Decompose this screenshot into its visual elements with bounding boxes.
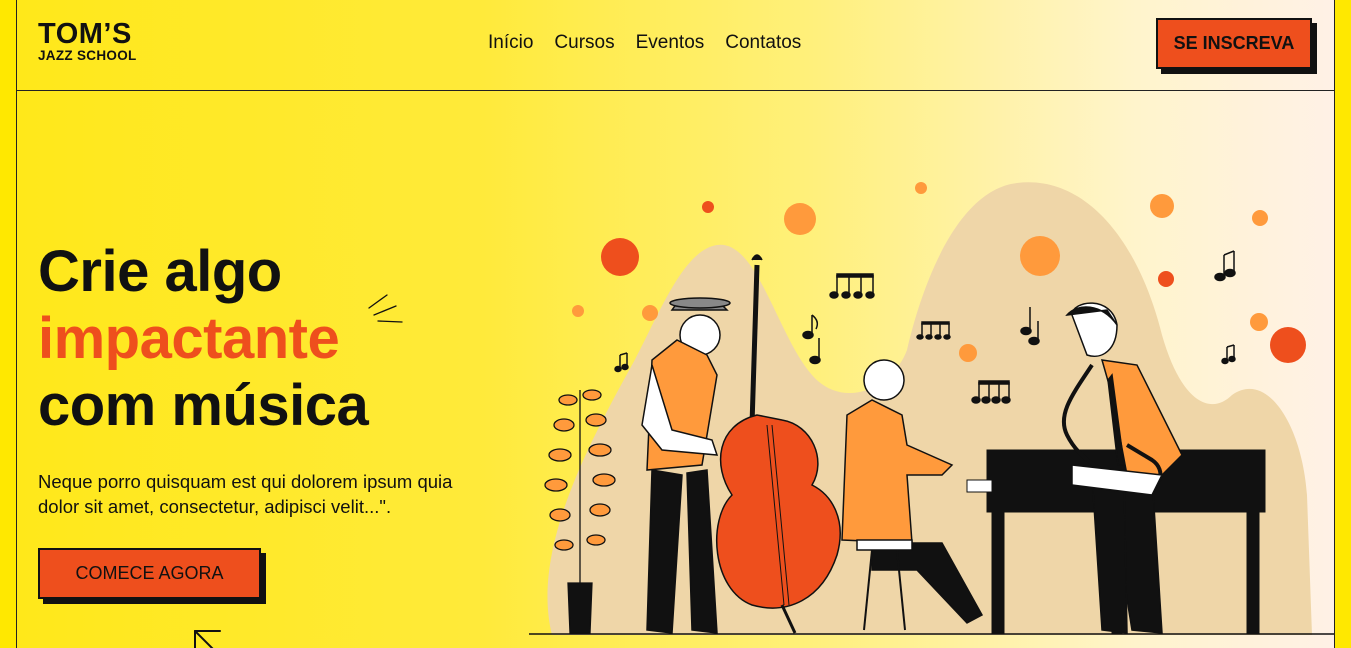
hero-title-accent: impactante — [38, 306, 340, 371]
nav-item-eventos[interactable]: Eventos — [636, 32, 705, 54]
brand-logo[interactable]: TOM’S JAZZ SCHOOL — [38, 20, 137, 64]
hero-description: Neque porro quisquam est qui dolorem ips… — [38, 471, 453, 517]
sparkle-lines-icon — [368, 294, 403, 323]
get-started-button[interactable]: COMECE AGORA — [38, 548, 261, 599]
nav-item-inicio[interactable]: Início — [488, 32, 533, 54]
hero-title: Crie algo impactante com música — [38, 238, 369, 439]
signup-button[interactable]: SE INSCREVA — [1156, 18, 1312, 69]
arrow-cursor-icon — [194, 630, 221, 648]
top-navbar: TOM’S JAZZ SCHOOL Início Cursos Eventos … — [17, 0, 1334, 91]
page-frame: TOM’S JAZZ SCHOOL Início Cursos Eventos … — [16, 0, 1335, 648]
brand-name: TOM’S — [38, 18, 132, 50]
jazz-band-illustration — [529, 182, 1334, 635]
main-navigation: Início Cursos Eventos Contatos — [488, 32, 801, 54]
nav-item-contatos[interactable]: Contatos — [725, 32, 801, 54]
nav-item-cursos[interactable]: Cursos — [554, 32, 614, 54]
hero-title-line3: com música — [38, 373, 369, 438]
hero-title-line1: Crie algo — [38, 239, 282, 304]
brand-tagline: JAZZ SCHOOL — [38, 48, 137, 63]
